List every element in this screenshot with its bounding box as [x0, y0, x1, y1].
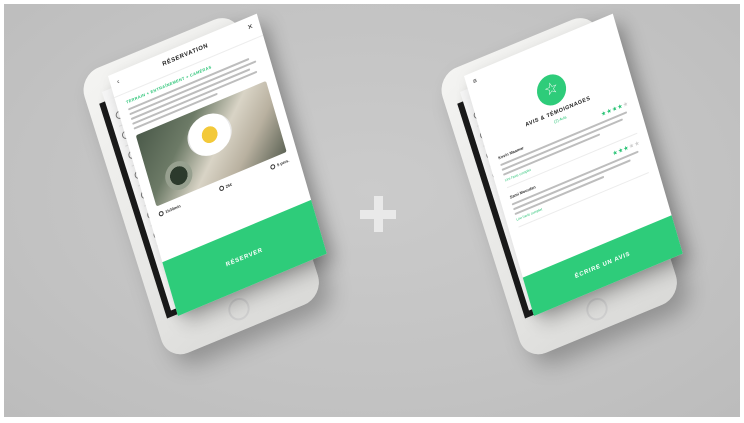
group-icon	[269, 163, 276, 171]
review-author: Sami Mourdan	[509, 184, 537, 200]
hamburger-icon[interactable]: ≡	[472, 77, 478, 85]
mockup-reviews: ≡ ☆ AVIS & TÉMOIGNAGES (2) Avis Kevin Ma…	[400, 0, 744, 423]
price-value: 25€	[224, 181, 233, 190]
mockup-reservation: ‹ RÉSERVATION ✕ TERRAIN + ENTRAÎNEMENT +…	[40, 0, 400, 423]
chevron-left-icon[interactable]: ‹	[116, 78, 120, 86]
venue-photo	[135, 80, 287, 207]
plus-separator	[360, 196, 396, 232]
duration-value: 1h30min	[164, 203, 182, 215]
home-button[interactable]	[583, 294, 611, 324]
cup-shape	[161, 156, 196, 195]
close-icon[interactable]: ✕	[247, 22, 254, 32]
clock-icon	[158, 210, 165, 218]
review-author: Kevin Maamar	[497, 145, 525, 161]
wallet-icon	[218, 185, 225, 192]
people-value: 5 pers.	[276, 157, 290, 168]
star-icon: ☆	[533, 69, 570, 111]
flower-shape	[182, 106, 237, 163]
home-button[interactable]	[225, 294, 253, 324]
